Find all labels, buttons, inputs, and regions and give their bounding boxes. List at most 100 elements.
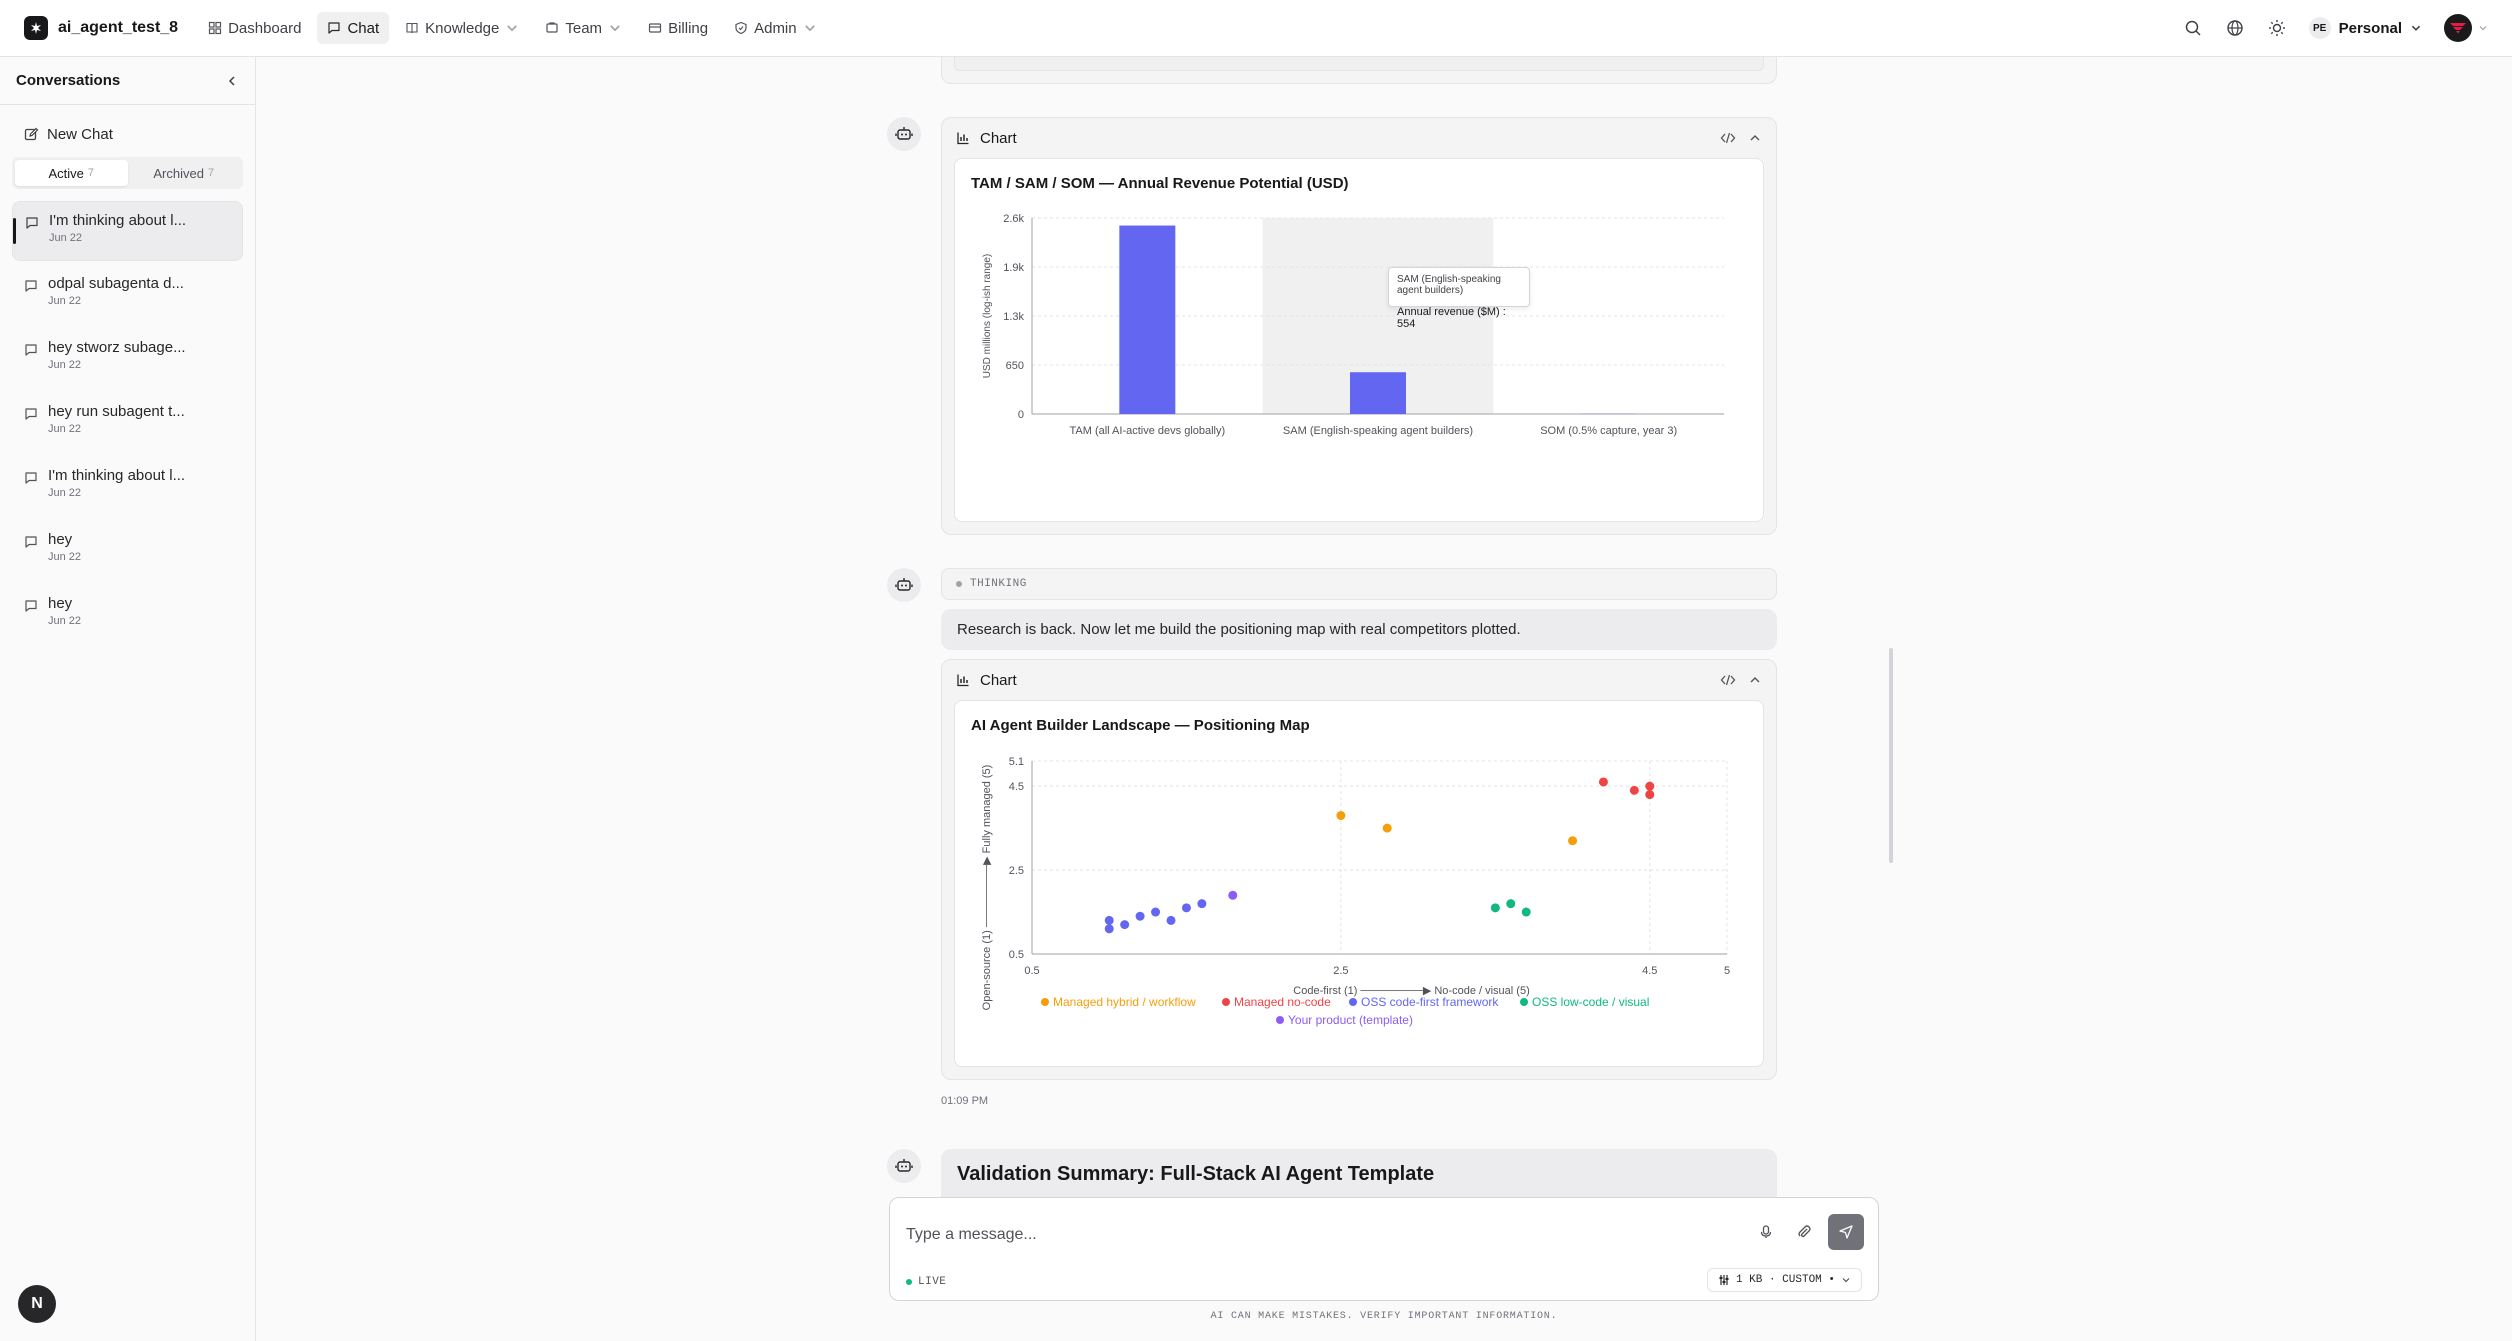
list-item[interactable]: I'm thinking about l... Jun 22 [12, 201, 243, 261]
scatter-point [1228, 890, 1238, 900]
workspace-badge: PE [2308, 17, 2331, 39]
legend-marker [1041, 998, 1049, 1006]
conversation-title: odpal subagenta d... [48, 275, 184, 292]
scatter-chart: 0.5 2.5 4.5 50.52.54.55.1Code-first (1) ───… [981, 756, 1730, 1027]
legend-label: OSS low-code / visual [1532, 995, 1649, 1009]
scatter-point [1336, 811, 1346, 821]
tab-active[interactable]: Active 7 [15, 160, 128, 186]
card-label: Chart [980, 671, 1017, 689]
scatter-point [1166, 915, 1176, 925]
list-item[interactable]: hey Jun 22 [12, 585, 243, 645]
chevron-down-icon [507, 25, 518, 32]
y-tick-label: 1.9k [1003, 262, 1024, 274]
chevron-up-icon[interactable] [1748, 673, 1762, 687]
list-item[interactable]: odpal subagenta d... Jun 22 [12, 265, 243, 325]
dashboard-icon [208, 21, 222, 35]
scatter-chart-card: Chart AI Agent Builder Landscape — Posit… [941, 659, 1777, 1080]
tab-archived[interactable]: Archived 7 [128, 160, 241, 186]
nav-admin[interactable]: Admin [724, 12, 827, 44]
workspace-switcher[interactable]: PE Personal [2308, 17, 2422, 39]
tab-active-label: Active [48, 165, 84, 181]
collapse-chevron-left-icon[interactable] [225, 74, 239, 88]
nav-knowledge[interactable]: Knowledge [395, 12, 529, 44]
tooltip-title: SAM (English-speaking agent builders) [1397, 274, 1501, 296]
tab-archived-count: 7 [207, 167, 215, 179]
code-icon[interactable] [1720, 131, 1736, 145]
team-icon [546, 22, 558, 33]
x-tick-label: 5 [1724, 965, 1730, 977]
conversation-date: Jun 22 [48, 615, 82, 627]
y-axis-label: USD millions (log-ish range) [982, 254, 993, 378]
chat-scrollbar[interactable] [1889, 648, 1893, 863]
bar-chart-icon [957, 132, 969, 145]
sun-icon[interactable] [2267, 18, 2287, 38]
bot-avatar-icon [887, 1149, 921, 1183]
list-item[interactable]: hey stworz subage... Jun 22 [12, 329, 243, 389]
send-button[interactable] [1828, 1214, 1864, 1250]
chat-icon [328, 22, 341, 34]
card-icon [648, 23, 662, 33]
chat-bubble-icon [25, 344, 37, 356]
conversation-date: Jun 22 [48, 551, 82, 563]
scatter-point [1506, 899, 1516, 909]
scatter-point [1120, 920, 1130, 930]
conversation-title: hey [48, 595, 73, 612]
card-header: Chart [942, 118, 1776, 158]
nav-chat[interactable]: Chat [317, 12, 390, 44]
nav-knowledge-label: Knowledge [425, 19, 500, 37]
send-icon [1839, 1225, 1853, 1239]
scatter-point [1629, 785, 1639, 795]
tab-archived-label: Archived [153, 165, 204, 181]
scatter-point [1521, 907, 1531, 917]
conversation-tabs: Active 7 Archived 7 [12, 157, 243, 189]
app-logo-icon[interactable] [24, 16, 48, 40]
live-label: LIVE [918, 1276, 947, 1288]
message-composer: Type a message... LIVE 1 KB · CUSTOM • [889, 1197, 1879, 1301]
search-icon[interactable] [2183, 18, 2203, 38]
message-input[interactable]: Type a message... [906, 1226, 1037, 1244]
live-status: LIVE [906, 1276, 946, 1288]
new-chat-button[interactable]: New Chat [24, 123, 255, 145]
top-navbar: ai_agent_test_8 Dashboard Chat Knowledge… [0, 0, 2512, 57]
top-right-actions: PE Personal [2183, 14, 2488, 42]
app-name[interactable]: ai_agent_test_8 [58, 19, 178, 37]
nav-team-label: Team [565, 19, 603, 37]
scatter-point [1151, 907, 1161, 917]
scatter-point [1382, 823, 1392, 833]
conversation-date: Jun 22 [48, 487, 82, 499]
user-initial-button[interactable]: N [18, 1285, 56, 1323]
x-tick-label: TAM (all AI-active devs globally) [1069, 425, 1225, 437]
code-icon[interactable] [1720, 673, 1736, 687]
chevron-down-icon [2479, 26, 2487, 31]
legend-marker [1276, 1016, 1284, 1024]
thinking-toggle[interactable]: THINKING [941, 568, 1777, 600]
nav-dashboard[interactable]: Dashboard [198, 12, 311, 44]
globe-icon[interactable] [2225, 18, 2245, 38]
live-dot [906, 1279, 912, 1285]
book-icon [406, 22, 418, 34]
conversation-date: Jun 22 [49, 232, 83, 244]
paperclip-icon[interactable] [1796, 1224, 1812, 1240]
list-item[interactable]: I'm thinking about l... Jun 22 [12, 457, 243, 517]
edit-icon [24, 127, 39, 140]
model-selector[interactable]: 1 KB · CUSTOM • [1706, 1268, 1862, 1292]
chevron-up-icon[interactable] [1748, 131, 1762, 145]
app-root: { "header": { "app_name": "ai_agent_test… [0, 0, 2512, 1341]
nav-billing[interactable]: Billing [638, 12, 718, 44]
list-item[interactable]: hey Jun 22 [12, 521, 243, 581]
nav-team[interactable]: Team [535, 12, 632, 44]
sliders-icon [1719, 1275, 1729, 1285]
scatter-point [1197, 899, 1207, 909]
user-menu[interactable] [2444, 14, 2488, 42]
legend-marker [1222, 998, 1230, 1006]
workspace-name: Personal [2338, 19, 2402, 37]
thinking-label: THINKING [970, 578, 1027, 590]
conversation-date: Jun 22 [48, 295, 82, 307]
legend-label: OSS code-first framework [1361, 995, 1499, 1009]
nav-chat-label: Chat [347, 19, 380, 37]
nav-billing-label: Billing [668, 19, 709, 37]
nav-admin-label: Admin [754, 19, 797, 37]
chevron-down-icon [1842, 1278, 1850, 1283]
list-item[interactable]: hey run subagent t... Jun 22 [12, 393, 243, 453]
microphone-icon[interactable] [1758, 1224, 1774, 1240]
